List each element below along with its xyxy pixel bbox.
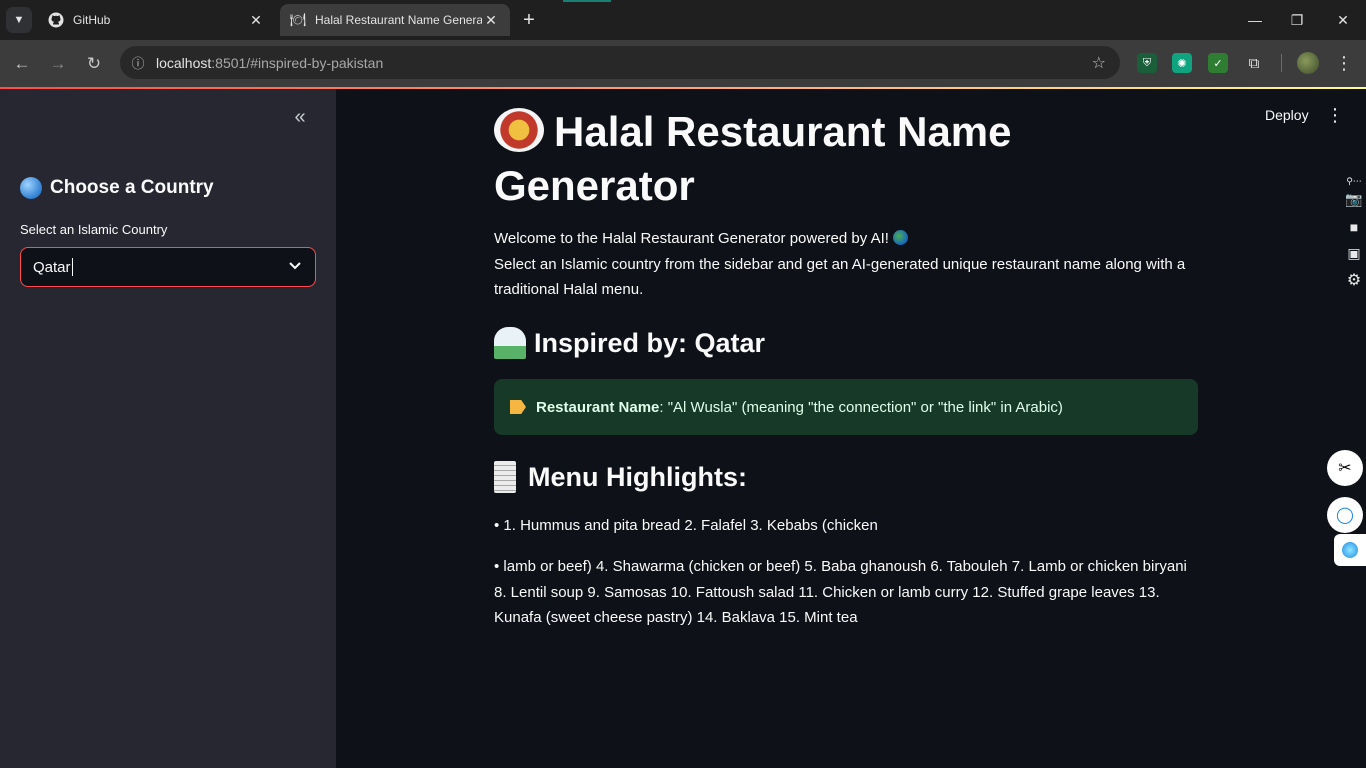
tab-halal-generator[interactable]: 🍽 Halal Restaurant Name Generat ✕ — [280, 4, 510, 36]
window-icon[interactable]: ▣ — [1344, 244, 1364, 262]
checkbox-extension-icon[interactable]: ✓ — [1208, 53, 1228, 73]
camera-icon[interactable]: 📷 — [1344, 190, 1364, 208]
tab-title: GitHub — [73, 13, 111, 27]
restaurant-name-value: : "Al Wusla" (meaning "the connection" o… — [659, 398, 1063, 416]
mosque-icon — [494, 327, 526, 359]
site-info-icon[interactable]: ⓘ — [120, 53, 156, 72]
inspired-heading: Inspired by: Qatar — [494, 327, 765, 359]
main-menu-icon[interactable]: ⋮ — [1326, 105, 1344, 126]
profile-avatar[interactable] — [1297, 52, 1319, 74]
list-item: • 1. Hummus and pita bread 2. Falafel 3.… — [494, 517, 878, 534]
gem-extension-icon[interactable] — [1334, 534, 1366, 566]
intro-line-1: Welcome to the Halal Restaurant Generato… — [494, 230, 889, 247]
collapse-sidebar-icon[interactable]: « — [288, 105, 312, 129]
restaurant-name-alert: Restaurant Name: "Al Wusla" (meaning "th… — [494, 379, 1198, 435]
browser-menu-icon[interactable]: ⋮ — [1334, 52, 1354, 74]
plate-icon: 🍽 — [289, 12, 307, 27]
address-bar[interactable]: ⓘ localhost:8501/#inspired-by-pakistan ☆ — [120, 46, 1120, 79]
earth-icon — [892, 230, 908, 245]
country-select-label: Select an Islamic Country — [20, 222, 168, 237]
reload-icon[interactable]: ↻ — [81, 51, 107, 77]
new-tab-icon[interactable]: + — [518, 9, 540, 31]
close-icon[interactable]: ✕ — [482, 11, 500, 29]
sidebar: « Choose a Country Select an Islamic Cou… — [0, 89, 336, 768]
chat-assistant-icon[interactable]: ◯ — [1327, 497, 1363, 533]
list-item: • lamb or beef) 4. Shawarma (chicken or … — [494, 558, 1187, 626]
minimize-icon[interactable]: — — [1232, 6, 1278, 34]
sidebar-header: Choose a Country — [20, 177, 214, 199]
tab-title: Halal Restaurant Name Generat — [315, 13, 482, 27]
receipt-icon — [494, 461, 516, 493]
intro-text: Welcome to the Halal Restaurant Generato… — [494, 226, 1198, 303]
browser-tab-bar: ▼ GitHub ✕ 🍽 Halal Restaurant Name Gener… — [0, 0, 1366, 40]
floating-toolbar: ⚲⋯ 📷 ■ ▣ ⚙ — [1340, 172, 1366, 292]
main-content: Deploy ⋮ Halal Restaurant Name Generator… — [336, 89, 1366, 768]
video-icon[interactable]: ■ — [1344, 218, 1364, 236]
globe-icon — [20, 177, 42, 199]
shield-extension-icon[interactable]: ⛨ — [1137, 53, 1157, 73]
intro-line-2: Select an Islamic country from the sideb… — [494, 255, 1186, 299]
text-caret — [71, 258, 73, 276]
close-window-icon[interactable]: ✕ — [1320, 6, 1366, 34]
browser-toolbar: ← → ↻ ⓘ localhost:8501/#inspired-by-paki… — [0, 40, 1366, 87]
toolbar-divider — [1281, 54, 1282, 72]
close-icon[interactable]: ✕ — [247, 11, 265, 29]
github-icon — [48, 12, 64, 28]
sidebar-header-text: Choose a Country — [50, 177, 214, 198]
link-more-icon[interactable]: ⚲⋯ — [1344, 172, 1364, 190]
restaurant-name-label: Restaurant Name — [536, 398, 660, 416]
scissors-icon[interactable]: ✂ — [1327, 450, 1363, 486]
country-select[interactable]: Qatar — [20, 247, 316, 287]
deploy-button[interactable]: Deploy — [1265, 107, 1309, 123]
inspired-heading-text: Inspired by: Qatar — [534, 327, 766, 358]
chatgpt-extension-icon[interactable]: ✺ — [1172, 53, 1192, 73]
menu-heading-text: Menu Highlights: — [528, 461, 747, 492]
label-tag-icon — [510, 400, 526, 414]
chevron-down-icon[interactable] — [289, 259, 301, 273]
restore-icon[interactable]: ❐ — [1274, 6, 1320, 34]
forward-icon[interactable]: → — [45, 51, 71, 77]
page-title: Halal Restaurant Name Generator — [494, 108, 1012, 209]
gem-icon — [1342, 542, 1358, 558]
tab-search-icon[interactable]: ▼ — [6, 7, 32, 33]
menu-heading: Menu Highlights: — [494, 461, 747, 493]
tab-group-accent — [563, 0, 611, 2]
bookmark-star-icon[interactable]: ☆ — [1092, 53, 1106, 73]
extensions-puzzle-icon[interactable]: ⧉ — [1244, 53, 1264, 73]
tab-github[interactable]: GitHub ✕ — [38, 4, 275, 36]
country-select-value[interactable]: Qatar — [33, 259, 71, 276]
back-icon[interactable]: ← — [9, 51, 35, 77]
curry-dish-icon — [494, 108, 544, 152]
url-text[interactable]: localhost:8501/#inspired-by-pakistan — [156, 55, 383, 71]
settings-gear-icon[interactable]: ⚙ — [1344, 271, 1364, 289]
